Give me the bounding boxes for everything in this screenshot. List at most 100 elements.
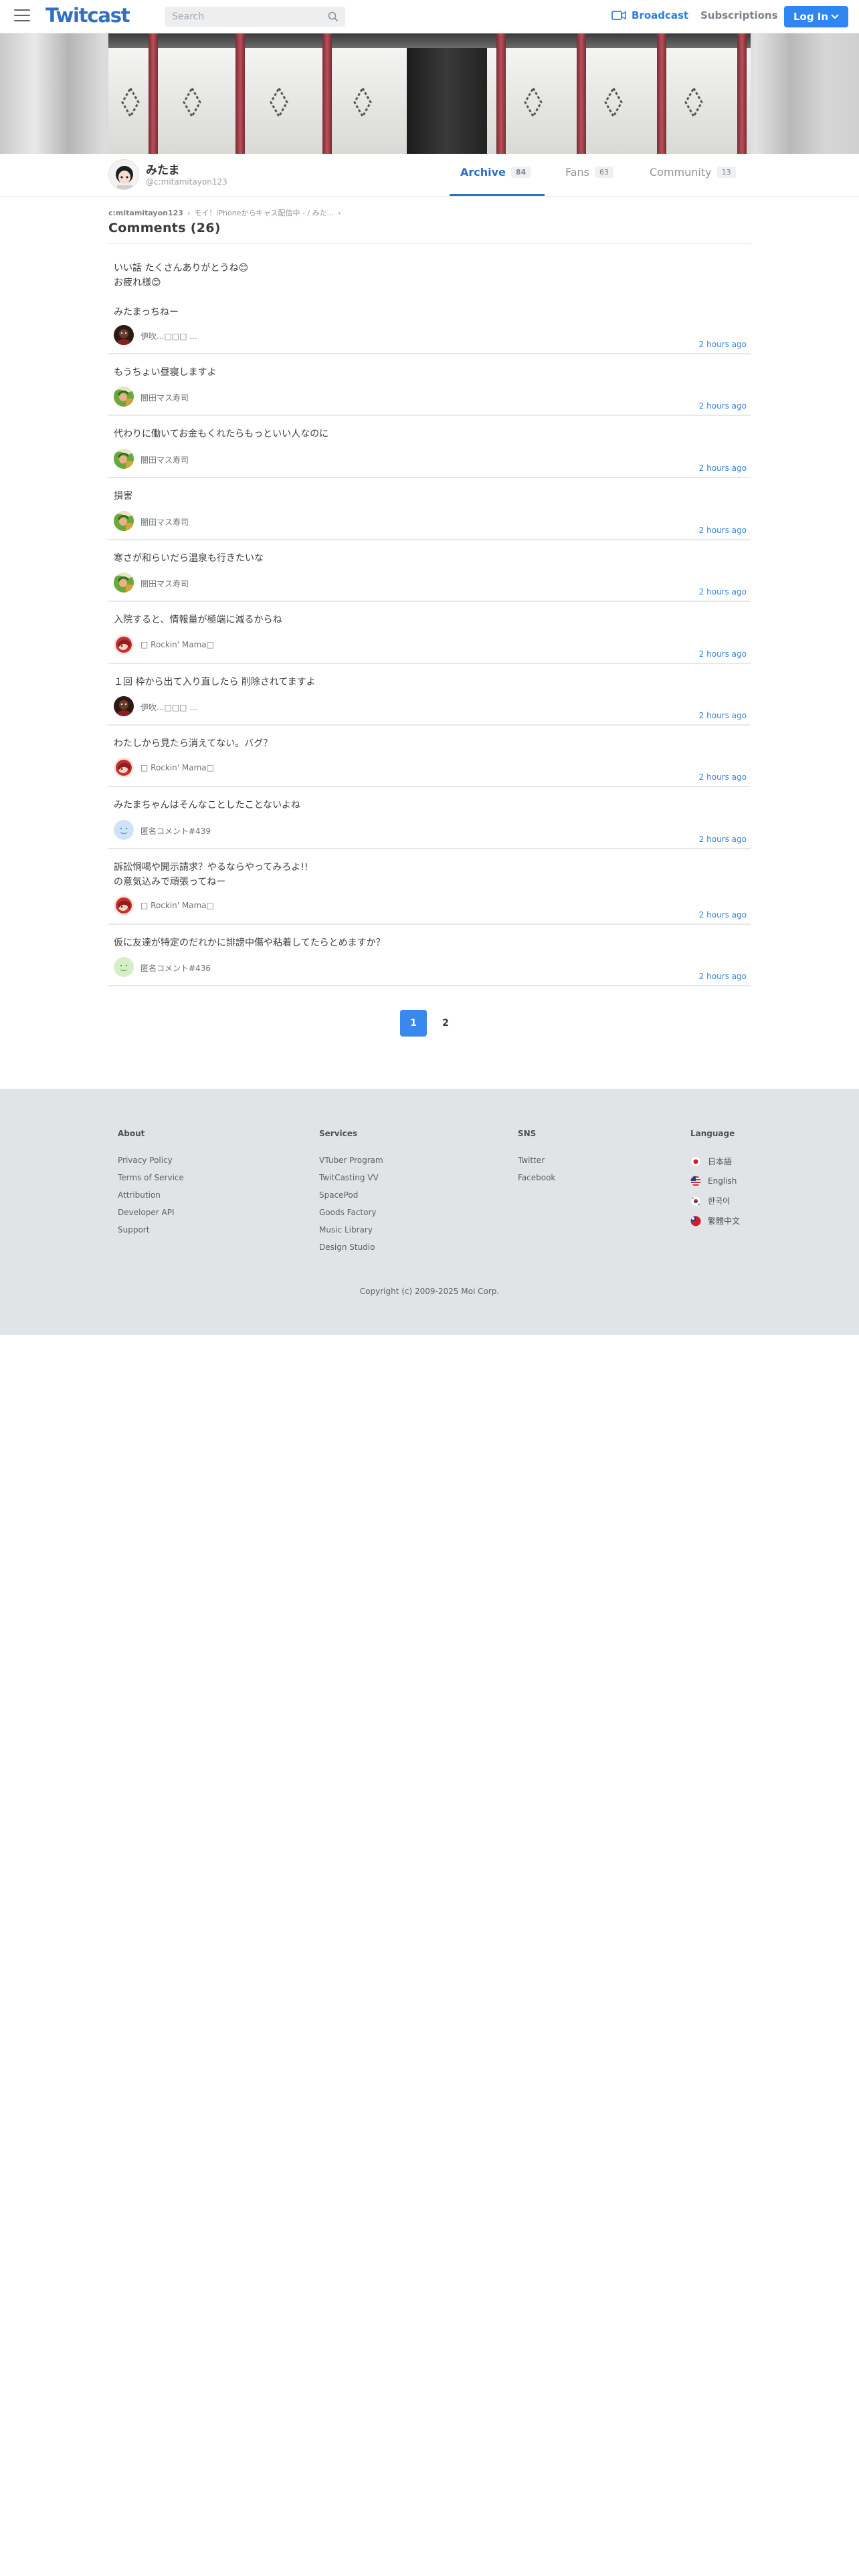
twitcast-logo[interactable]: Twitcast	[45, 4, 130, 27]
footer-language-column: Language 日本語 English 한국어 繁體中文	[690, 1129, 740, 1235]
comment-timestamp[interactable]: 2 hours ago	[699, 711, 747, 720]
commenter-avatar[interactable]	[114, 387, 134, 407]
comment-item: 仮に友達が特定のだれかに誹謗中傷や粘着してたらとめますか？ 匿名コメント#436 2…	[108, 925, 751, 986]
footer-link[interactable]: Goods Factory	[319, 1208, 383, 1217]
pagination: 12	[400, 1010, 459, 1037]
footer-link[interactable]: VTuber Program	[319, 1156, 383, 1165]
commenter-avatar[interactable]	[114, 820, 134, 840]
footer-sns-title: SNS	[518, 1129, 537, 1138]
commenter-name[interactable]: □ Rockin' Mama□	[140, 763, 214, 772]
commenter-avatar[interactable]	[114, 696, 134, 716]
comment-text: みたまちゃんはそんなことしたことないよね	[114, 800, 300, 811]
footer-link[interactable]: Developer API	[118, 1208, 184, 1217]
copyright-text: Copyright (c) 2009-2025 Moi Corp.	[359, 1287, 500, 1296]
footer-link[interactable]: Music Library	[319, 1225, 383, 1235]
footer-link[interactable]: SpacePod	[319, 1190, 383, 1200]
comment-list: いい話 たくさんありがとうね😊 お疲れ様😊 みたまっちねー 伊吹...□□□ ..…	[108, 249, 751, 986]
comment-text: 入院すると、情報量が極端に減るからね	[114, 615, 282, 625]
tab-fans[interactable]: Fans 63	[565, 166, 614, 179]
comment-timestamp[interactable]: 2 hours ago	[699, 835, 747, 844]
commenter-avatar[interactable]	[114, 957, 134, 977]
chevron-down-icon	[831, 14, 839, 19]
tab-community-count: 13	[717, 167, 736, 178]
footer-link[interactable]: Terms of Service	[118, 1173, 184, 1182]
comment-timestamp[interactable]: 2 hours ago	[699, 587, 747, 597]
footer-link-twitter[interactable]: Twitter	[518, 1156, 555, 1165]
video-camera-icon	[611, 11, 626, 20]
us-flag-icon	[690, 1176, 701, 1186]
comment-item: 損害 闇田マス寿司 2 hours ago	[108, 478, 751, 540]
language-label: 繁體中文	[708, 1216, 741, 1226]
commenter-name[interactable]: 匿名コメント#436	[140, 962, 211, 974]
comment-text: わたしから見たら消えてない。バグ？	[114, 738, 273, 749]
language-option-ja[interactable]: 日本語	[690, 1156, 740, 1167]
profile-handle: @c:mitamitayon123	[146, 177, 227, 187]
commenter-avatar[interactable]	[114, 449, 134, 469]
search-icon[interactable]	[328, 11, 339, 22]
comment-timestamp[interactable]: 2 hours ago	[699, 463, 747, 473]
footer-link[interactable]: Attribution	[118, 1190, 184, 1200]
commenter-name[interactable]: 闇田マス寿司	[140, 578, 189, 589]
language-option-ko[interactable]: 한국어	[690, 1195, 740, 1206]
commenter-avatar[interactable]	[114, 758, 134, 778]
comment-item: いい話 たくさんありがとうね😊 お疲れ様😊 みたまっちねー 伊吹...□□□ ..…	[108, 249, 751, 354]
comment-timestamp[interactable]: 2 hours ago	[699, 910, 747, 920]
comment-item: １回 枠から出て入り直したら 削除されてますよ伊吹...□□□ ... 2 hou…	[108, 664, 751, 726]
profile-bar: みたま @c:mitamitayon123 Archive 84 Fans 63…	[0, 154, 859, 197]
commenter-name[interactable]: 闇田マス寿司	[140, 454, 189, 465]
tab-archive[interactable]: Archive 84	[460, 166, 531, 179]
footer-link[interactable]: Support	[118, 1225, 184, 1235]
comment-item: もうちょい昼寝しますよ 闇田マス寿司 2 hours ago	[108, 354, 751, 416]
comment-item: 寒さが和らいだら温泉も行きたいな 闇田マス寿司 2 hours ago	[108, 540, 751, 602]
search-input[interactable]	[165, 7, 318, 27]
page-button-1[interactable]: 1	[400, 1010, 427, 1037]
taiwan-flag-icon	[690, 1216, 701, 1226]
commenter-avatar[interactable]	[114, 511, 134, 531]
tab-community[interactable]: Community 13	[650, 166, 736, 179]
hamburger-menu-icon[interactable]	[14, 9, 30, 23]
commenter-name[interactable]: □ Rockin' Mama□	[140, 640, 214, 649]
footer-link[interactable]: TwitCasting VV	[319, 1173, 383, 1182]
commenter-name[interactable]: 伊吹...□□□ ...	[140, 330, 197, 342]
tab-archive-label: Archive	[460, 166, 506, 179]
comment-timestamp[interactable]: 2 hours ago	[699, 649, 747, 659]
footer: About Privacy Policy Terms of Service At…	[0, 1089, 859, 1335]
commenter-avatar[interactable]	[114, 572, 134, 593]
commenter-name[interactable]: 闇田マス寿司	[140, 392, 189, 403]
comment-item: 訴訟恫喝や開示請求？やるならやってみろよ!! の意気込みで頑張ってねー □ Roc…	[108, 849, 751, 925]
comment-item: 代わりに働いてお金もくれたらもっといい人なのに闇田マス寿司 2 hours ago	[108, 416, 751, 478]
comment-text: １回 枠から出て入り直したら 削除されてますよ	[114, 677, 316, 687]
language-option-zh-tw[interactable]: 繁體中文	[690, 1215, 740, 1226]
page-button-2[interactable]: 2	[432, 1010, 459, 1037]
login-label: Log In	[793, 11, 829, 23]
comment-text: 仮に友達が特定のだれかに誹謗中傷や粘着してたらとめますか？	[114, 938, 385, 948]
broadcast-button[interactable]: Broadcast	[611, 9, 688, 21]
breadcrumb-movie[interactable]: モイ！iPhoneからキャス配信中 - / みた...	[194, 207, 334, 218]
commenter-name[interactable]: 伊吹...□□□ ...	[140, 702, 197, 713]
footer-language-title: Language	[690, 1129, 735, 1138]
subscriptions-link[interactable]: Subscriptions	[700, 9, 778, 21]
commenter-name[interactable]: 匿名コメント#439	[140, 825, 211, 837]
comment-timestamp[interactable]: 2 hours ago	[699, 772, 747, 782]
commenter-avatar[interactable]	[114, 895, 134, 916]
comment-timestamp[interactable]: 2 hours ago	[699, 526, 747, 535]
comment-timestamp[interactable]: 2 hours ago	[699, 401, 747, 411]
breadcrumb-separator-icon: ›	[338, 208, 341, 217]
search-box[interactable]	[165, 7, 345, 27]
language-option-en[interactable]: English	[690, 1176, 740, 1186]
login-button[interactable]: Log In	[784, 6, 848, 27]
footer-link[interactable]: Privacy Policy	[118, 1156, 184, 1165]
active-tab-indicator	[450, 194, 545, 196]
avatar[interactable]	[108, 159, 139, 190]
footer-link-facebook[interactable]: Facebook	[518, 1173, 555, 1182]
comment-item: 入院すると、情報量が極端に減るからね □ Rockin' Mama□ 2 hours…	[108, 602, 751, 664]
footer-link[interactable]: Design Studio	[319, 1243, 383, 1252]
breadcrumb-user[interactable]: c:mitamitayon123	[108, 209, 183, 217]
comment-text: 代わりに働いてお金もくれたらもっといい人なのに	[114, 429, 329, 439]
commenter-avatar[interactable]	[114, 635, 134, 655]
commenter-name[interactable]: 闇田マス寿司	[140, 516, 189, 528]
comment-timestamp[interactable]: 2 hours ago	[699, 340, 747, 349]
comment-timestamp[interactable]: 2 hours ago	[699, 972, 747, 981]
commenter-name[interactable]: □ Rockin' Mama□	[140, 901, 214, 910]
commenter-avatar[interactable]	[114, 325, 134, 345]
